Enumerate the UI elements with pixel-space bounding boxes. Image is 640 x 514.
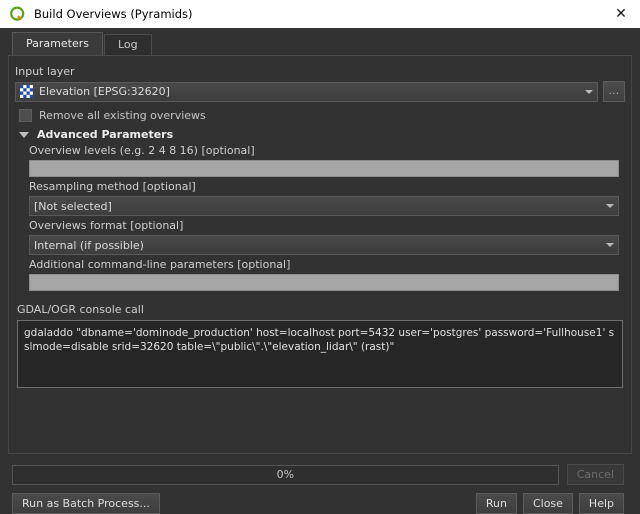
triangle-down-icon [19, 131, 29, 138]
tab-bar: Parameters Log [8, 32, 632, 56]
help-button[interactable]: Help [578, 493, 624, 514]
window-title: Build Overviews (Pyramids) [34, 7, 193, 21]
run-button[interactable]: Run [475, 493, 517, 514]
input-layer-label: Input layer [15, 65, 75, 78]
chevron-down-icon [606, 204, 614, 208]
console-call-label: GDAL/OGR console call [17, 303, 144, 316]
progress-row: 0% Cancel [12, 464, 624, 485]
tab-log-label: Log [117, 38, 138, 51]
overviews-format-value: Internal (if possible) [34, 238, 144, 252]
progress-percent-label: 0% [276, 468, 295, 481]
title-bar: Build Overviews (Pyramids) ✕ [0, 0, 640, 28]
input-layer-row: Elevation [EPSG:32620] ... [15, 81, 625, 102]
input-layer-combo[interactable]: Elevation [EPSG:32620] [15, 81, 598, 102]
tab-parameters-label: Parameters [26, 37, 89, 50]
close-icon[interactable]: ✕ [608, 1, 634, 27]
console-call-textarea[interactable]: gdaladdo "dbname='dominode_production' h… [17, 320, 623, 388]
overview-levels-label: Overview levels (e.g. 2 4 8 16) [optiona… [29, 144, 255, 157]
resampling-method-value: [Not selected] [34, 199, 112, 213]
run-as-batch-process-button[interactable]: Run as Batch Process... [12, 493, 160, 514]
input-layer-value: Elevation [EPSG:32620] [39, 85, 170, 98]
parameters-panel: Input layer Elevation [EPSG:32620] ... R… [8, 56, 632, 454]
overview-levels-input[interactable] [29, 160, 619, 177]
advanced-parameters-header[interactable]: Advanced Parameters [19, 128, 625, 141]
overviews-format-combo[interactable]: Internal (if possible) [29, 235, 619, 255]
dialog-body: Parameters Log Input layer Elevation [EP… [0, 28, 640, 514]
tab-parameters[interactable]: Parameters [12, 32, 103, 55]
overviews-format-label: Overviews format [optional] [29, 219, 184, 232]
additional-parameters-input[interactable] [29, 274, 619, 291]
progress-bar: 0% [12, 464, 559, 485]
dialog-footer: 0% Cancel Run as Batch Process... Run Cl… [8, 454, 632, 514]
resampling-method-combo[interactable]: [Not selected] [29, 196, 619, 216]
cancel-button[interactable]: Cancel [566, 464, 624, 485]
advanced-parameters-title: Advanced Parameters [37, 128, 174, 141]
tab-log[interactable]: Log [103, 34, 152, 55]
chevron-down-icon [606, 243, 614, 247]
remove-existing-overviews-checkbox[interactable]: Remove all existing overviews [19, 109, 625, 122]
resampling-method-label: Resampling method [optional] [29, 180, 196, 193]
chevron-down-icon [585, 89, 593, 94]
qgis-q-icon [10, 6, 26, 22]
close-button[interactable]: Close [522, 493, 573, 514]
browse-button[interactable]: ... [603, 81, 625, 102]
raster-layer-icon [20, 85, 33, 98]
action-button-row: Run as Batch Process... Run Close Help [12, 493, 624, 514]
remove-existing-overviews-label: Remove all existing overviews [39, 109, 206, 122]
checkbox-box-icon [19, 109, 32, 122]
additional-parameters-label: Additional command-line parameters [opti… [29, 258, 291, 271]
